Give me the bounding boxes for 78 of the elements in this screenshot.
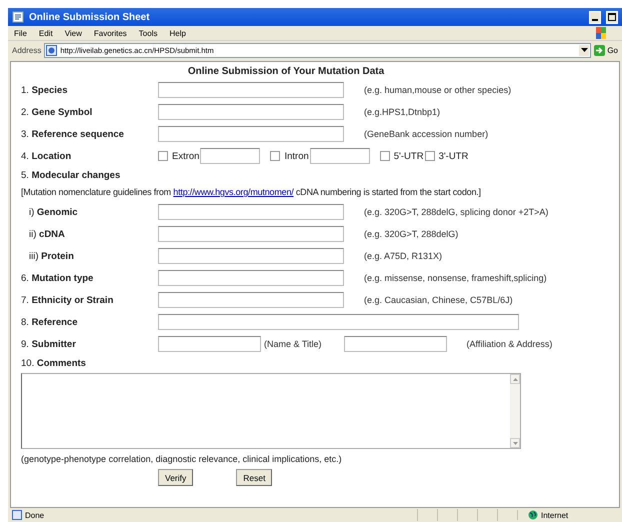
menu-item[interactable]: Favorites bbox=[94, 28, 127, 38]
scroll-up-button[interactable] bbox=[510, 374, 520, 384]
up-arrow-icon bbox=[512, 378, 518, 380]
text-field[interactable] bbox=[158, 314, 519, 330]
hint-text: (e.g. human,mouse or other species) bbox=[364, 85, 512, 95]
text-field[interactable] bbox=[200, 148, 260, 164]
status-text: Done bbox=[25, 510, 44, 520]
hint-text: (e.g. 320G>T, 288delG) bbox=[364, 229, 458, 239]
field-label: 3. Reference sequence bbox=[21, 128, 125, 140]
form-button[interactable]: Verify bbox=[158, 469, 194, 486]
scroll-down-button[interactable] bbox=[510, 438, 520, 448]
guideline-text: [Mutation nomenclature guidelines from http://www.hgvs.org/mutnomen/ cDNA numbering is started from the start codon.] bbox=[21, 186, 482, 199]
hint-text: (Affiliation & Address) bbox=[466, 339, 552, 349]
menu-item[interactable]: File bbox=[14, 28, 27, 38]
menu-item[interactable]: Tools bbox=[138, 28, 158, 38]
globe-icon bbox=[528, 510, 538, 520]
text-field[interactable] bbox=[158, 248, 344, 264]
hint-text: (e.g. A75D, R131X) bbox=[364, 251, 442, 261]
page-heading: Online Submission of Your Mutation Data bbox=[186, 65, 386, 79]
section-label: 5. Modecular changes bbox=[21, 170, 122, 180]
field-label: 10. Comments bbox=[21, 358, 87, 368]
scrollbar[interactable] bbox=[510, 374, 520, 448]
guideline-link[interactable]: http://www.hgvs.org/mutnomen/ bbox=[173, 187, 294, 197]
zone-text: Internet bbox=[541, 510, 568, 520]
address-label: Address bbox=[12, 46, 42, 54]
field-label: iii) Protein bbox=[28, 250, 75, 262]
checkbox-label: 3'-UTR bbox=[438, 150, 468, 162]
checkbox[interactable] bbox=[424, 151, 435, 161]
page-icon bbox=[46, 44, 58, 56]
field-label: 9. Submitter bbox=[21, 338, 77, 350]
field-label: i) Genomic bbox=[28, 206, 79, 218]
checkbox-label: 5'-UTR bbox=[394, 150, 424, 162]
go-button[interactable]: Go bbox=[594, 44, 618, 56]
caret-icon bbox=[580, 48, 588, 52]
checkbox[interactable] bbox=[270, 151, 280, 161]
text-field[interactable] bbox=[158, 126, 344, 142]
text-field[interactable] bbox=[158, 204, 344, 220]
text-field[interactable] bbox=[158, 226, 344, 242]
field-label: 8. Reference bbox=[21, 316, 79, 328]
maximize-button[interactable] bbox=[606, 10, 618, 24]
field-label: 7. Ethnicity or Strain bbox=[21, 294, 114, 306]
text-field[interactable] bbox=[158, 292, 344, 308]
text-field[interactable] bbox=[158, 336, 261, 352]
menu-item[interactable]: View bbox=[64, 28, 82, 38]
flag-icon bbox=[596, 27, 606, 39]
hint-text: (GeneBank accession number) bbox=[364, 129, 488, 139]
down-arrow-icon bbox=[512, 442, 518, 444]
minimize-button[interactable] bbox=[589, 10, 601, 24]
hint-text: (e.g.HPS1,Dtnbp1) bbox=[364, 107, 440, 117]
checkbox-label: Extron bbox=[172, 150, 200, 162]
hint-text: (e.g. 320G>T, 288delG, splicing donor +2T>A) bbox=[364, 207, 548, 217]
checkbox[interactable] bbox=[380, 151, 390, 161]
menu-item[interactable]: Edit bbox=[38, 28, 53, 38]
text-field[interactable] bbox=[158, 104, 344, 120]
page-icon bbox=[12, 11, 24, 23]
comments-textarea[interactable] bbox=[21, 373, 521, 449]
menu-item[interactable]: Help bbox=[169, 28, 186, 38]
maximize-icon bbox=[608, 13, 616, 21]
field-label: 4. Location bbox=[21, 150, 72, 162]
field-label: 1. Species bbox=[21, 84, 68, 96]
field-label: ii) cDNA bbox=[28, 228, 66, 240]
form-button[interactable]: Reset bbox=[236, 469, 272, 486]
hint-text: (e.g. Caucasian, Chinese, C57BL/6J) bbox=[364, 295, 513, 305]
text-field[interactable] bbox=[158, 270, 344, 286]
field-label: 6. Mutation type bbox=[21, 272, 94, 284]
text-field[interactable] bbox=[158, 82, 344, 98]
dropdown-button[interactable] bbox=[579, 44, 590, 56]
note-text: (genotype-phenotype correlation, diagnostic relevance, clinical implications, etc.) bbox=[21, 453, 343, 466]
field-label: 2. Gene Symbol bbox=[21, 106, 94, 118]
text-field[interactable] bbox=[344, 336, 447, 352]
hint-text: (e.g. missense, nonsense, frameshift,splicing) bbox=[364, 273, 547, 283]
arrow-icon bbox=[594, 44, 606, 56]
text-field[interactable] bbox=[310, 148, 370, 164]
hint-text: (Name & Title) bbox=[264, 339, 322, 349]
checkbox-label: Intron bbox=[284, 150, 309, 162]
checkbox[interactable] bbox=[158, 151, 168, 161]
window-title: Online Submission Sheet bbox=[29, 12, 150, 22]
page-icon bbox=[12, 510, 22, 520]
